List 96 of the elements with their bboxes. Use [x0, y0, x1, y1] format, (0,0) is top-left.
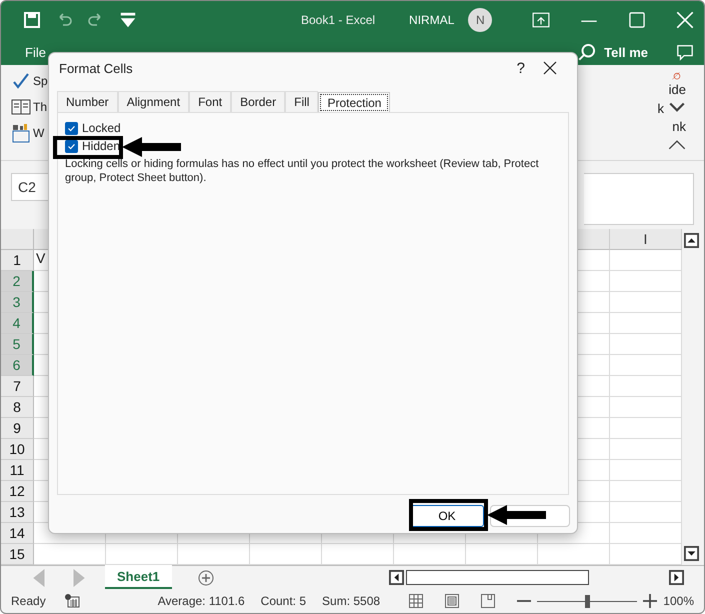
- dialog-tab[interactable]: Fill: [285, 91, 318, 112]
- ribbon-command[interactable]: ide: [668, 82, 686, 97]
- row-header[interactable]: 14: [1, 523, 34, 544]
- table-cell[interactable]: [610, 460, 682, 481]
- checkbox-label[interactable]: Locked: [82, 121, 121, 135]
- formula-field[interactable]: [584, 173, 694, 225]
- table-cell[interactable]: [610, 334, 682, 355]
- annotation-arrow: [122, 136, 182, 158]
- comment-icon[interactable]: [676, 43, 694, 61]
- table-cell[interactable]: [610, 376, 682, 397]
- column-header[interactable]: I: [610, 229, 682, 250]
- checkbox-label[interactable]: Hidden: [82, 139, 120, 153]
- page-break-icon[interactable]: [481, 594, 496, 608]
- ok-button[interactable]: OK: [410, 505, 484, 527]
- row-header[interactable]: 9: [1, 418, 34, 439]
- highlight-frame: [53, 136, 123, 159]
- tell-me-field[interactable]: Tell me: [604, 44, 648, 60]
- row-header[interactable]: 1: [1, 250, 34, 271]
- table-cell[interactable]: [178, 544, 250, 565]
- add-sheet-icon[interactable]: [198, 570, 214, 586]
- status-mode: Ready: [11, 594, 46, 608]
- scroll-down-icon[interactable]: [684, 546, 699, 561]
- table-cell[interactable]: [394, 544, 466, 565]
- spelling-icon: [11, 71, 31, 91]
- annotation-arrow: [487, 504, 547, 526]
- zoom-level[interactable]: 100%: [663, 594, 694, 608]
- row-header[interactable]: 6: [1, 355, 34, 376]
- row-header[interactable]: 10: [1, 439, 34, 460]
- page-layout-icon[interactable]: [445, 594, 460, 608]
- row-header[interactable]: 13: [1, 502, 34, 523]
- status-count: Count: 5: [260, 594, 306, 608]
- user-name: NIRMAL: [409, 13, 454, 27]
- table-cell[interactable]: [610, 313, 682, 334]
- table-cell[interactable]: [34, 544, 106, 565]
- row-header[interactable]: 7: [1, 376, 34, 397]
- save-icon[interactable]: [23, 11, 41, 29]
- window-title: Book1 - Excel: [301, 13, 376, 27]
- normal-view-icon[interactable]: [409, 594, 424, 608]
- table-cell[interactable]: [610, 544, 682, 565]
- table-cell[interactable]: [610, 292, 682, 313]
- table-cell[interactable]: [538, 544, 610, 565]
- row-header[interactable]: 8: [1, 397, 34, 418]
- dialog-tab[interactable]: Protection: [318, 92, 390, 113]
- table-cell[interactable]: [466, 544, 538, 565]
- table-cell[interactable]: [610, 523, 682, 544]
- checkbox[interactable]: [65, 122, 78, 134]
- table-cell[interactable]: [250, 544, 322, 565]
- macro-icon[interactable]: [64, 594, 80, 608]
- row-header[interactable]: 5: [1, 334, 34, 355]
- scroll-right-icon[interactable]: [669, 570, 684, 585]
- dialog-title: Format Cells: [59, 60, 133, 76]
- table-cell[interactable]: [610, 250, 682, 271]
- scroll-up-icon[interactable]: [684, 233, 699, 248]
- row-header[interactable]: 11: [1, 460, 34, 481]
- table-cell[interactable]: [610, 397, 682, 418]
- ribbon-command[interactable]: Sp: [33, 74, 48, 88]
- scroll-left-icon[interactable]: [389, 570, 404, 585]
- avatar[interactable]: N: [468, 8, 492, 32]
- status-sum: Sum: 5508: [322, 594, 380, 608]
- customize-icon[interactable]: [119, 11, 137, 29]
- table-cell[interactable]: [610, 439, 682, 460]
- select-all-corner[interactable]: [1, 229, 34, 250]
- dialog-tab[interactable]: Number: [57, 91, 118, 112]
- slider-thumb[interactable]: [585, 594, 590, 608]
- zoom-in-icon[interactable]: [643, 594, 658, 608]
- table-cell[interactable]: [322, 544, 394, 565]
- table-cell[interactable]: [610, 502, 682, 523]
- ribbon-command[interactable]: Th: [33, 100, 48, 114]
- row-header[interactable]: 12: [1, 481, 34, 502]
- row-header[interactable]: 3: [1, 292, 34, 313]
- sheet-tab[interactable]: Sheet1: [105, 565, 172, 589]
- info-text: Locking cells or hiding formulas has no effect until you protect the worksheet (Review tab, Protect group, Protect Sheet button).: [65, 157, 540, 185]
- table-cell[interactable]: [610, 271, 682, 292]
- dialog-tab[interactable]: Font: [189, 91, 232, 112]
- checkbox[interactable]: [65, 140, 78, 152]
- row-header[interactable]: 2: [1, 271, 34, 292]
- table-cell[interactable]: [610, 418, 682, 439]
- ribbon-display-icon[interactable]: [532, 11, 550, 29]
- dialog-tab[interactable]: Alignment: [118, 91, 190, 112]
- close-icon[interactable]: [543, 61, 557, 75]
- ribbon-command[interactable]: k: [658, 100, 664, 116]
- dialog-tab[interactable]: Border: [231, 91, 286, 112]
- search-icon[interactable]: [578, 43, 596, 61]
- help-button[interactable]: ?: [498, 60, 543, 76]
- ribbon-command[interactable]: W: [33, 126, 44, 140]
- calculator-icon: [11, 123, 31, 143]
- row-header[interactable]: 4: [1, 313, 34, 334]
- table-cell[interactable]: [610, 481, 682, 502]
- horizontal-scrollbar[interactable]: [406, 570, 589, 585]
- row-header[interactable]: 15: [1, 544, 34, 565]
- status-average: Average: 1101.6: [158, 594, 245, 608]
- book-icon: [11, 97, 31, 117]
- ribbon-tab[interactable]: File: [25, 44, 46, 60]
- ribbon-command[interactable]: nk: [672, 119, 686, 134]
- table-cell[interactable]: [610, 355, 682, 376]
- maximize-icon[interactable]: [628, 11, 646, 29]
